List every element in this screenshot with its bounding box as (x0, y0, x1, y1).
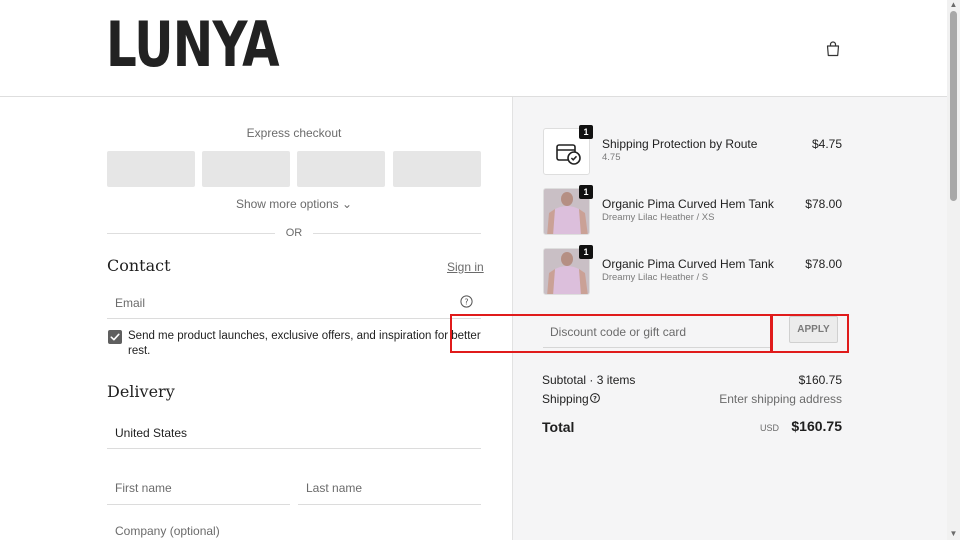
last-name-field[interactable]: Last name (298, 471, 481, 505)
or-divider-text: OR (285, 227, 303, 239)
highlight-box-apply-button (771, 314, 849, 353)
express-pay-button-2[interactable] (202, 151, 290, 187)
marketing-checkbox-label: Send me product launches, exclusive offe… (128, 330, 481, 357)
total-value: $160.75 (791, 418, 842, 434)
contact-heading: Contact (107, 256, 171, 275)
scroll-down-arrow-icon[interactable]: ▼ (949, 530, 958, 538)
item-variant: Dreamy Lilac Heather / S (602, 272, 709, 283)
item-name: Organic Pima Curved Hem Tank (602, 197, 774, 211)
express-pay-button-1[interactable] (107, 151, 195, 187)
item-name: Organic Pima Curved Hem Tank (602, 257, 774, 271)
divider-left (107, 233, 275, 234)
email-field[interactable]: Email (107, 287, 481, 319)
quantity-badge: 1 (579, 125, 593, 139)
marketing-checkbox[interactable] (108, 330, 122, 344)
info-circle-icon[interactable]: ? (590, 393, 600, 403)
checkmark-icon (110, 333, 120, 341)
country-value: United States (115, 426, 188, 440)
item-price: $4.75 (811, 137, 842, 151)
item-price: $78.00 (805, 197, 842, 211)
email-placeholder: Email (115, 295, 146, 310)
express-checkout-title: Express checkout (246, 126, 342, 140)
last-name-placeholder: Last name (306, 480, 363, 495)
company-placeholder: Company (optional) (115, 524, 220, 538)
subtotal-label: Subtotal · 3 items (542, 373, 636, 387)
item-name: Shipping Protection by Route (602, 137, 758, 151)
total-label: Total (542, 419, 575, 435)
first-name-field[interactable]: First name (107, 471, 290, 505)
company-field[interactable]: Company (optional) (107, 516, 481, 540)
item-variant: Dreamy Lilac Heather / XS (602, 212, 715, 223)
header: LUNYA (0, 0, 947, 97)
question-circle-icon[interactable]: ? (460, 295, 473, 308)
highlight-box-discount-field (450, 314, 772, 353)
first-name-placeholder: First name (115, 480, 172, 495)
show-more-options-link[interactable]: Show more options ⌄ (107, 197, 481, 211)
quantity-badge: 1 (579, 245, 593, 259)
item-variant: 4.75 (602, 152, 621, 163)
svg-text:?: ? (593, 395, 597, 403)
shipping-value: Enter shipping address (719, 392, 842, 406)
delivery-heading: Delivery (107, 382, 175, 401)
brand-logo[interactable]: LUNYA (106, 10, 280, 80)
express-pay-button-4[interactable] (393, 151, 481, 187)
item-price: $78.00 (805, 257, 842, 271)
sign-in-link[interactable]: Sign in (447, 260, 484, 274)
shipping-label: Shipping (542, 392, 589, 406)
divider-right (313, 233, 481, 234)
subtotal-value: $160.75 (798, 373, 842, 387)
svg-text:?: ? (464, 298, 468, 307)
express-pay-button-3[interactable] (297, 151, 385, 187)
country-select[interactable]: United States (107, 418, 481, 449)
shopping-bag-icon[interactable] (824, 40, 842, 58)
scroll-up-arrow-icon[interactable]: ▲ (949, 1, 958, 9)
quantity-badge: 1 (579, 185, 593, 199)
scrollbar-thumb[interactable] (950, 11, 957, 201)
